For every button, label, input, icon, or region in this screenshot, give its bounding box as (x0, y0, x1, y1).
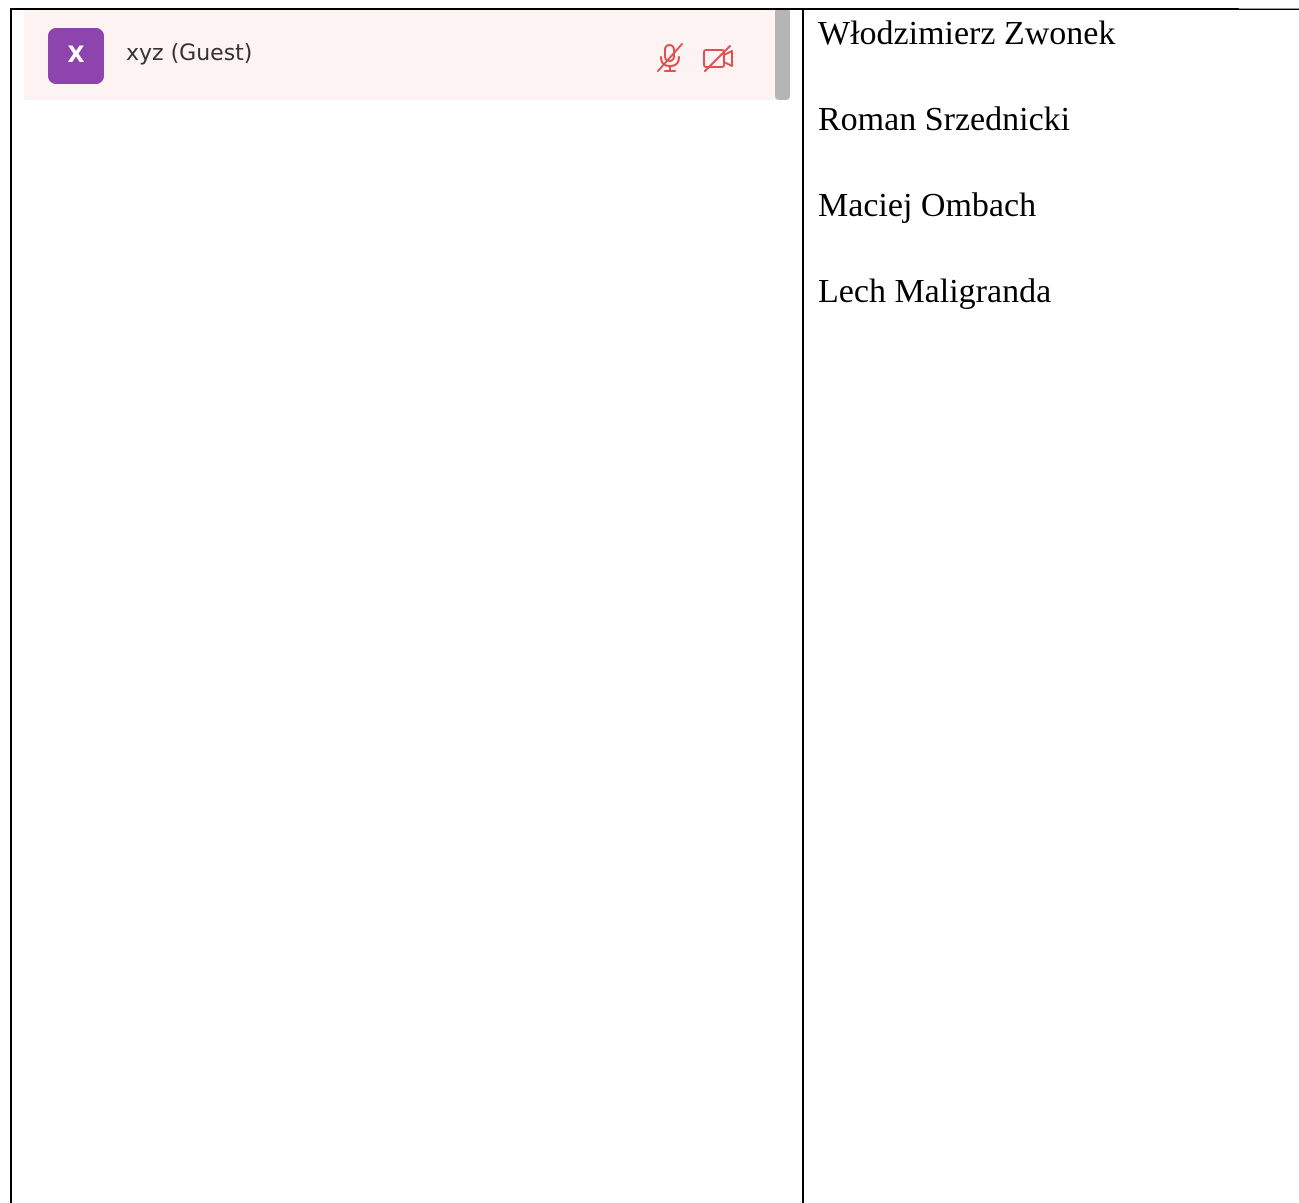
name-entry: Włodzimierz Zwonek (818, 15, 1116, 52)
table-column-divider (802, 8, 804, 1203)
mic-off-icon (652, 40, 688, 76)
names-list: Włodzimierz Zwonek Roman Srzednicki Maci… (818, 14, 1288, 358)
table-top-border-tail (1239, 8, 1299, 9)
camera-off-icon (700, 40, 736, 76)
participant-name: xyz (Guest) (126, 41, 253, 66)
avatar: X (48, 28, 104, 84)
name-entry: Maciej Ombach (818, 187, 1037, 224)
scrollbar-thumb[interactable] (775, 10, 790, 100)
participant-row[interactable]: X xyz (Guest) (24, 10, 790, 100)
name-entry: Roman Srzednicki (818, 101, 1071, 138)
name-entry: Lech Maligranda (818, 273, 1052, 310)
participants-screenshot-cell: X xyz (Guest) (12, 10, 802, 1203)
